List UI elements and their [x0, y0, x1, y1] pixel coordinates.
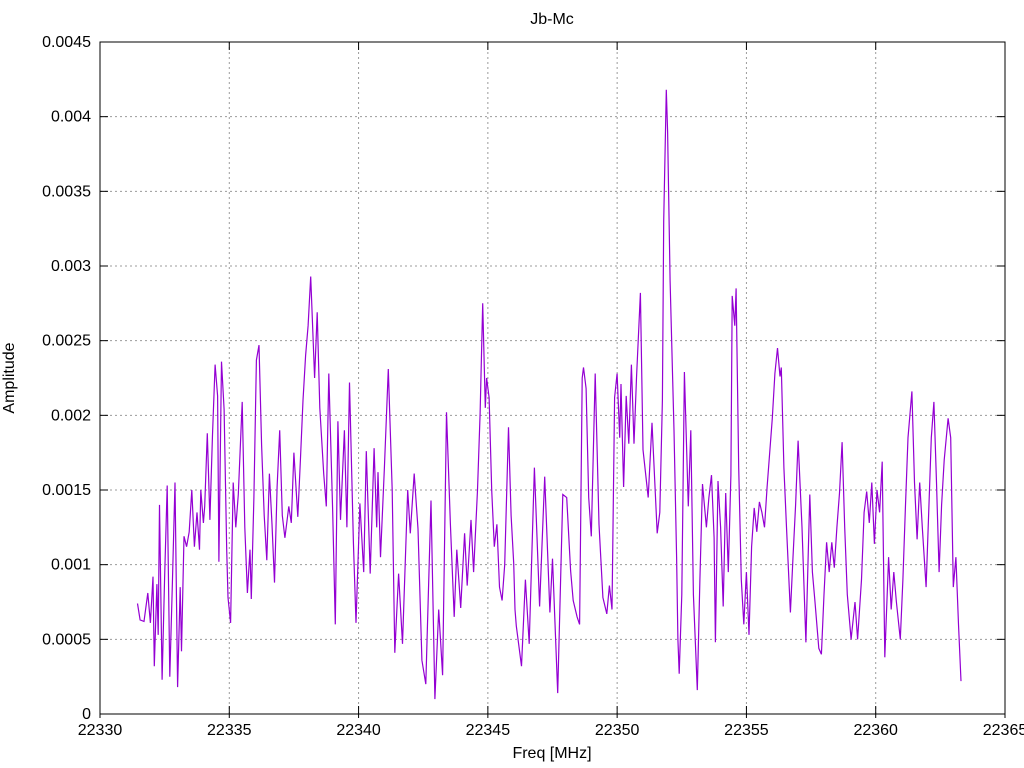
y-axis-label: Amplitude [1, 342, 18, 413]
y-tick-label: 0.0015 [42, 482, 91, 499]
y-tick-label: 0.001 [51, 557, 91, 574]
x-tick-label: 22350 [595, 722, 640, 739]
y-tick-label: 0.0035 [42, 183, 91, 200]
x-tick-label: 22335 [207, 722, 252, 739]
x-tick-label: 22330 [78, 722, 123, 739]
axes: 22330 22335 22340 22345 22350 22355 22360 22365… [42, 34, 1024, 739]
chart-title: Jb-Mc [530, 11, 574, 28]
spectrum-plot: Jb-Mc 22330 22335 22340 22345 22350 22355 2236… [1, 11, 1024, 762]
x-tick-label: 22355 [724, 722, 769, 739]
grid-lines [100, 42, 1005, 714]
y-tick-label: 0.004 [51, 109, 91, 126]
y-tick-label: 0.0025 [42, 333, 91, 350]
spectrum-line [136, 89, 962, 700]
data-series [136, 89, 962, 700]
y-tick-label: 0 [82, 706, 91, 723]
y-tick-label: 0.003 [51, 258, 91, 275]
y-tick-label: 0.0045 [42, 34, 91, 51]
x-axis-label: Freq [MHz] [512, 745, 591, 762]
plot-border [99, 41, 1006, 715]
chart-figure: Jb-Mc 22330 22335 22340 22345 22350 22355 2236… [0, 0, 1024, 768]
y-tick-label: 0.0005 [42, 631, 91, 648]
x-tick-label: 22340 [336, 722, 381, 739]
y-tick-label: 0.002 [51, 407, 91, 424]
x-tick-label: 22345 [466, 722, 511, 739]
x-tick-label: 22360 [853, 722, 898, 739]
x-tick-label: 22365 [983, 722, 1024, 739]
